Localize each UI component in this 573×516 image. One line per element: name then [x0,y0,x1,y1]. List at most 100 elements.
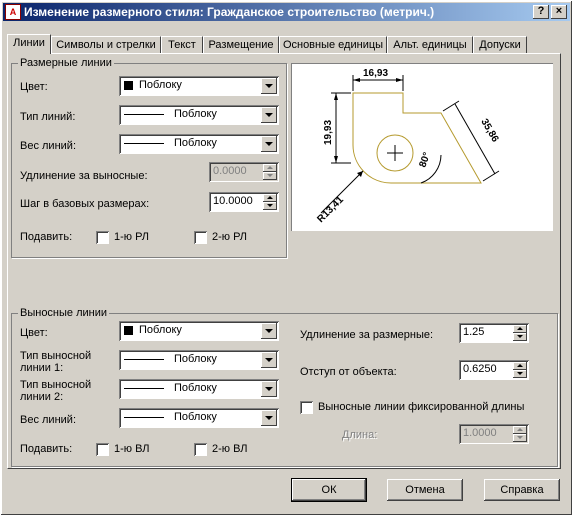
line-sample [124,359,164,360]
spin-up-icon[interactable] [513,362,527,370]
dim-extend-spinner: 0.0000 [209,162,279,182]
line-sample [124,417,164,418]
group-title: Выносные линии [18,307,110,319]
ext-offset-spinner[interactable]: 0.6250 [459,360,529,380]
tab-primary-units[interactable]: Основные единицы [279,36,387,53]
ext-suppress-label: Подавить: [20,443,73,455]
cancel-button[interactable]: Отмена [387,479,463,501]
dim-lineweight-label: Вес линий: [20,140,76,152]
ext-linetype1-select[interactable]: Поблоку [119,350,279,370]
dim-linetype-label: Тип линий: [20,111,76,123]
ext-linetype2-value: Поблоку [174,382,217,394]
help-button[interactable]: Справка [484,479,560,501]
dim-lineweight-select[interactable]: Поблоку [119,134,279,154]
dim-extend-label: Удлинение за выносные: [20,170,148,182]
tab-tolerances[interactable]: Допуски [473,36,527,53]
ext-extend-value: 1.25 [463,326,485,338]
color-swatch [124,326,133,335]
chevron-down-icon[interactable] [261,107,277,123]
suppress-dim2-label: 2-ю РЛ [212,231,248,243]
help-title-button[interactable]: ? [533,5,549,19]
chevron-down-icon[interactable] [261,136,277,152]
dim-suppress-label: Подавить: [20,231,73,243]
dim-linetype-select[interactable]: Поблоку [119,105,279,125]
spin-up-icon[interactable] [513,325,527,333]
title-bar[interactable]: A Изменение размерного стиля: Гражданско… [3,3,570,21]
ext-offset-label: Отступ от объекта: [300,366,397,378]
tab-symbols-arrows[interactable]: Символы и стрелки [51,36,161,53]
dim-color-select[interactable]: Поблоку [119,76,279,96]
dim-lineweight-value: Поблоку [174,137,217,149]
group-title: Размерные линии [18,57,114,69]
ext-linetype2-label-b: линии 2: [20,391,64,403]
preview-dim-left: 19,93 [323,120,334,145]
fixed-length-checkbox[interactable] [300,401,313,414]
line-sample [124,143,164,144]
suppress-ext1-checkbox[interactable] [96,443,109,456]
suppress-ext1-label: 1-ю ВЛ [114,443,150,455]
fixed-length-label: Выносные линии фиксированной длины [318,401,525,413]
dim-baseline-label: Шаг в базовых размерах: [20,198,150,210]
ok-button[interactable]: ОК [291,478,367,502]
tab-text[interactable]: Текст [161,36,203,53]
suppress-dim1-checkbox[interactable] [96,231,109,244]
spin-up-icon [513,426,527,434]
preview-pane: 16,93 19,93 35,86 80° R13,41 [291,63,553,231]
dialog-title: Изменение размерного стиля: Гражданское … [24,5,435,19]
chevron-down-icon[interactable] [261,78,277,94]
ext-lineweight-label: Вес линий: [20,414,76,426]
preview-dim-slant: 35,86 [478,117,500,145]
ext-color-select[interactable]: Поблоку [119,321,279,341]
chevron-down-icon[interactable] [261,381,277,397]
spin-down-icon [263,172,277,180]
spin-up-icon [263,164,277,172]
tab-lines[interactable]: Линии [7,34,51,54]
dim-color-value: Поблоку [139,79,182,91]
ext-extend-spinner[interactable]: 1.25 [459,323,529,343]
preview-part-outline [352,92,482,184]
chevron-down-icon[interactable] [261,410,277,426]
tab-fit[interactable]: Размещение [203,36,279,53]
dim-baseline-value: 10.0000 [213,195,253,207]
length-label: Длина: [342,429,378,441]
close-button[interactable]: × [551,5,567,19]
dim-baseline-spinner[interactable]: 10.0000 [209,192,279,212]
dim-linetype-value: Поблоку [174,108,217,120]
chevron-down-icon[interactable] [261,352,277,368]
ext-offset-value: 0.6250 [463,363,497,375]
ext-color-label: Цвет: [20,327,48,339]
dimension-preview-drawing: 16,93 19,93 35,86 80° R13,41 [315,68,500,225]
suppress-ext2-label: 2-ю ВЛ [212,443,248,455]
line-sample [124,388,164,389]
suppress-ext2-checkbox[interactable] [194,443,207,456]
ext-color-value: Поблоку [139,324,182,336]
spin-down-icon[interactable] [513,370,527,378]
ext-lineweight-value: Поблоку [174,411,217,423]
spin-up-icon[interactable] [263,194,277,202]
length-spinner: 1.0000 [459,424,529,444]
spin-down-icon[interactable] [263,202,277,210]
ext-linetype2-label-a: Тип выносной [20,379,92,391]
line-sample [124,114,164,115]
ext-linetype1-label-b: линии 1: [20,362,64,374]
length-value: 1.0000 [463,427,497,439]
ext-extend-label: Удлинение за размерные: [300,329,434,341]
preview-angle: 80° [417,151,433,169]
spin-down-icon [513,434,527,442]
chevron-down-icon[interactable] [261,323,277,339]
dim-color-label: Цвет: [20,81,48,93]
ext-linetype1-label-a: Тип выносной [20,350,92,362]
ext-lineweight-select[interactable]: Поблоку [119,408,279,428]
color-swatch [124,81,133,90]
tab-alternate-units[interactable]: Альт. единицы [387,36,473,53]
suppress-dim1-label: 1-ю РЛ [114,231,150,243]
spin-down-icon[interactable] [513,333,527,341]
suppress-dim2-checkbox[interactable] [194,231,207,244]
ext-linetype2-select[interactable]: Поблоку [119,379,279,399]
dim-extend-value: 0.0000 [213,165,247,177]
autocad-app-icon: A [5,4,21,20]
preview-radius: R13,41 [315,194,346,225]
dialog-window: A Изменение размерного стиля: Гражданско… [0,0,573,516]
preview-dim-top: 16,93 [363,68,388,79]
ext-linetype1-value: Поблоку [174,353,217,365]
